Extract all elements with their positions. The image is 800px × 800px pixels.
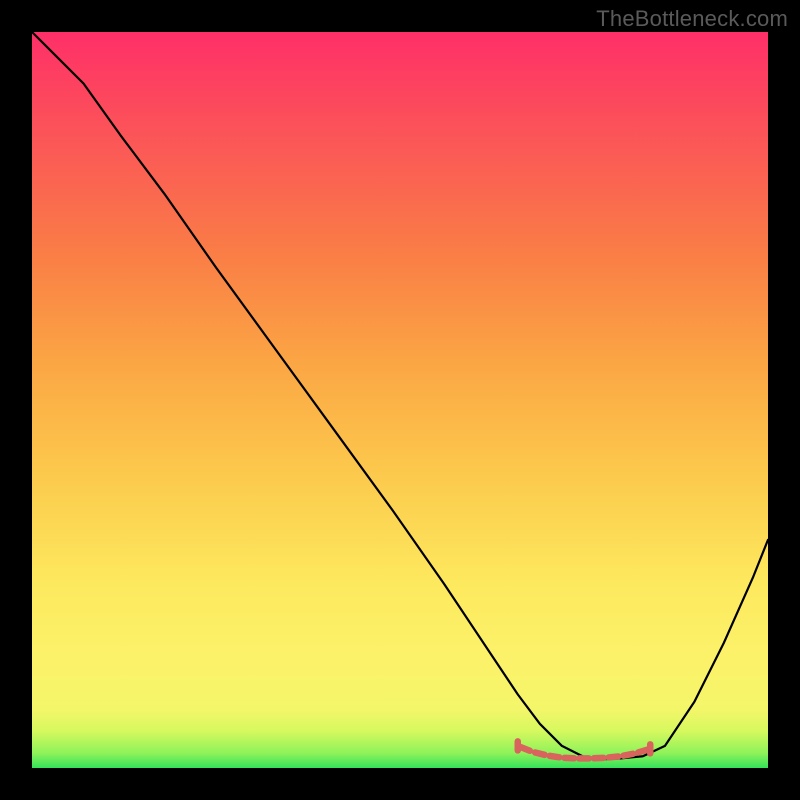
chart-highlight-dash [550,756,559,757]
chart-highlight-dash [520,747,529,751]
chart-highlight-dash [638,750,647,753]
watermark-text: TheBottleneck.com [596,6,788,32]
chart-frame: TheBottleneck.com [0,0,800,800]
chart-highlight-dash [535,752,544,754]
plot-area [32,32,768,768]
chart-highlight-dash [623,754,632,756]
chart-background [32,32,768,768]
chart-svg [32,32,768,768]
chart-highlight-dash [609,756,618,757]
